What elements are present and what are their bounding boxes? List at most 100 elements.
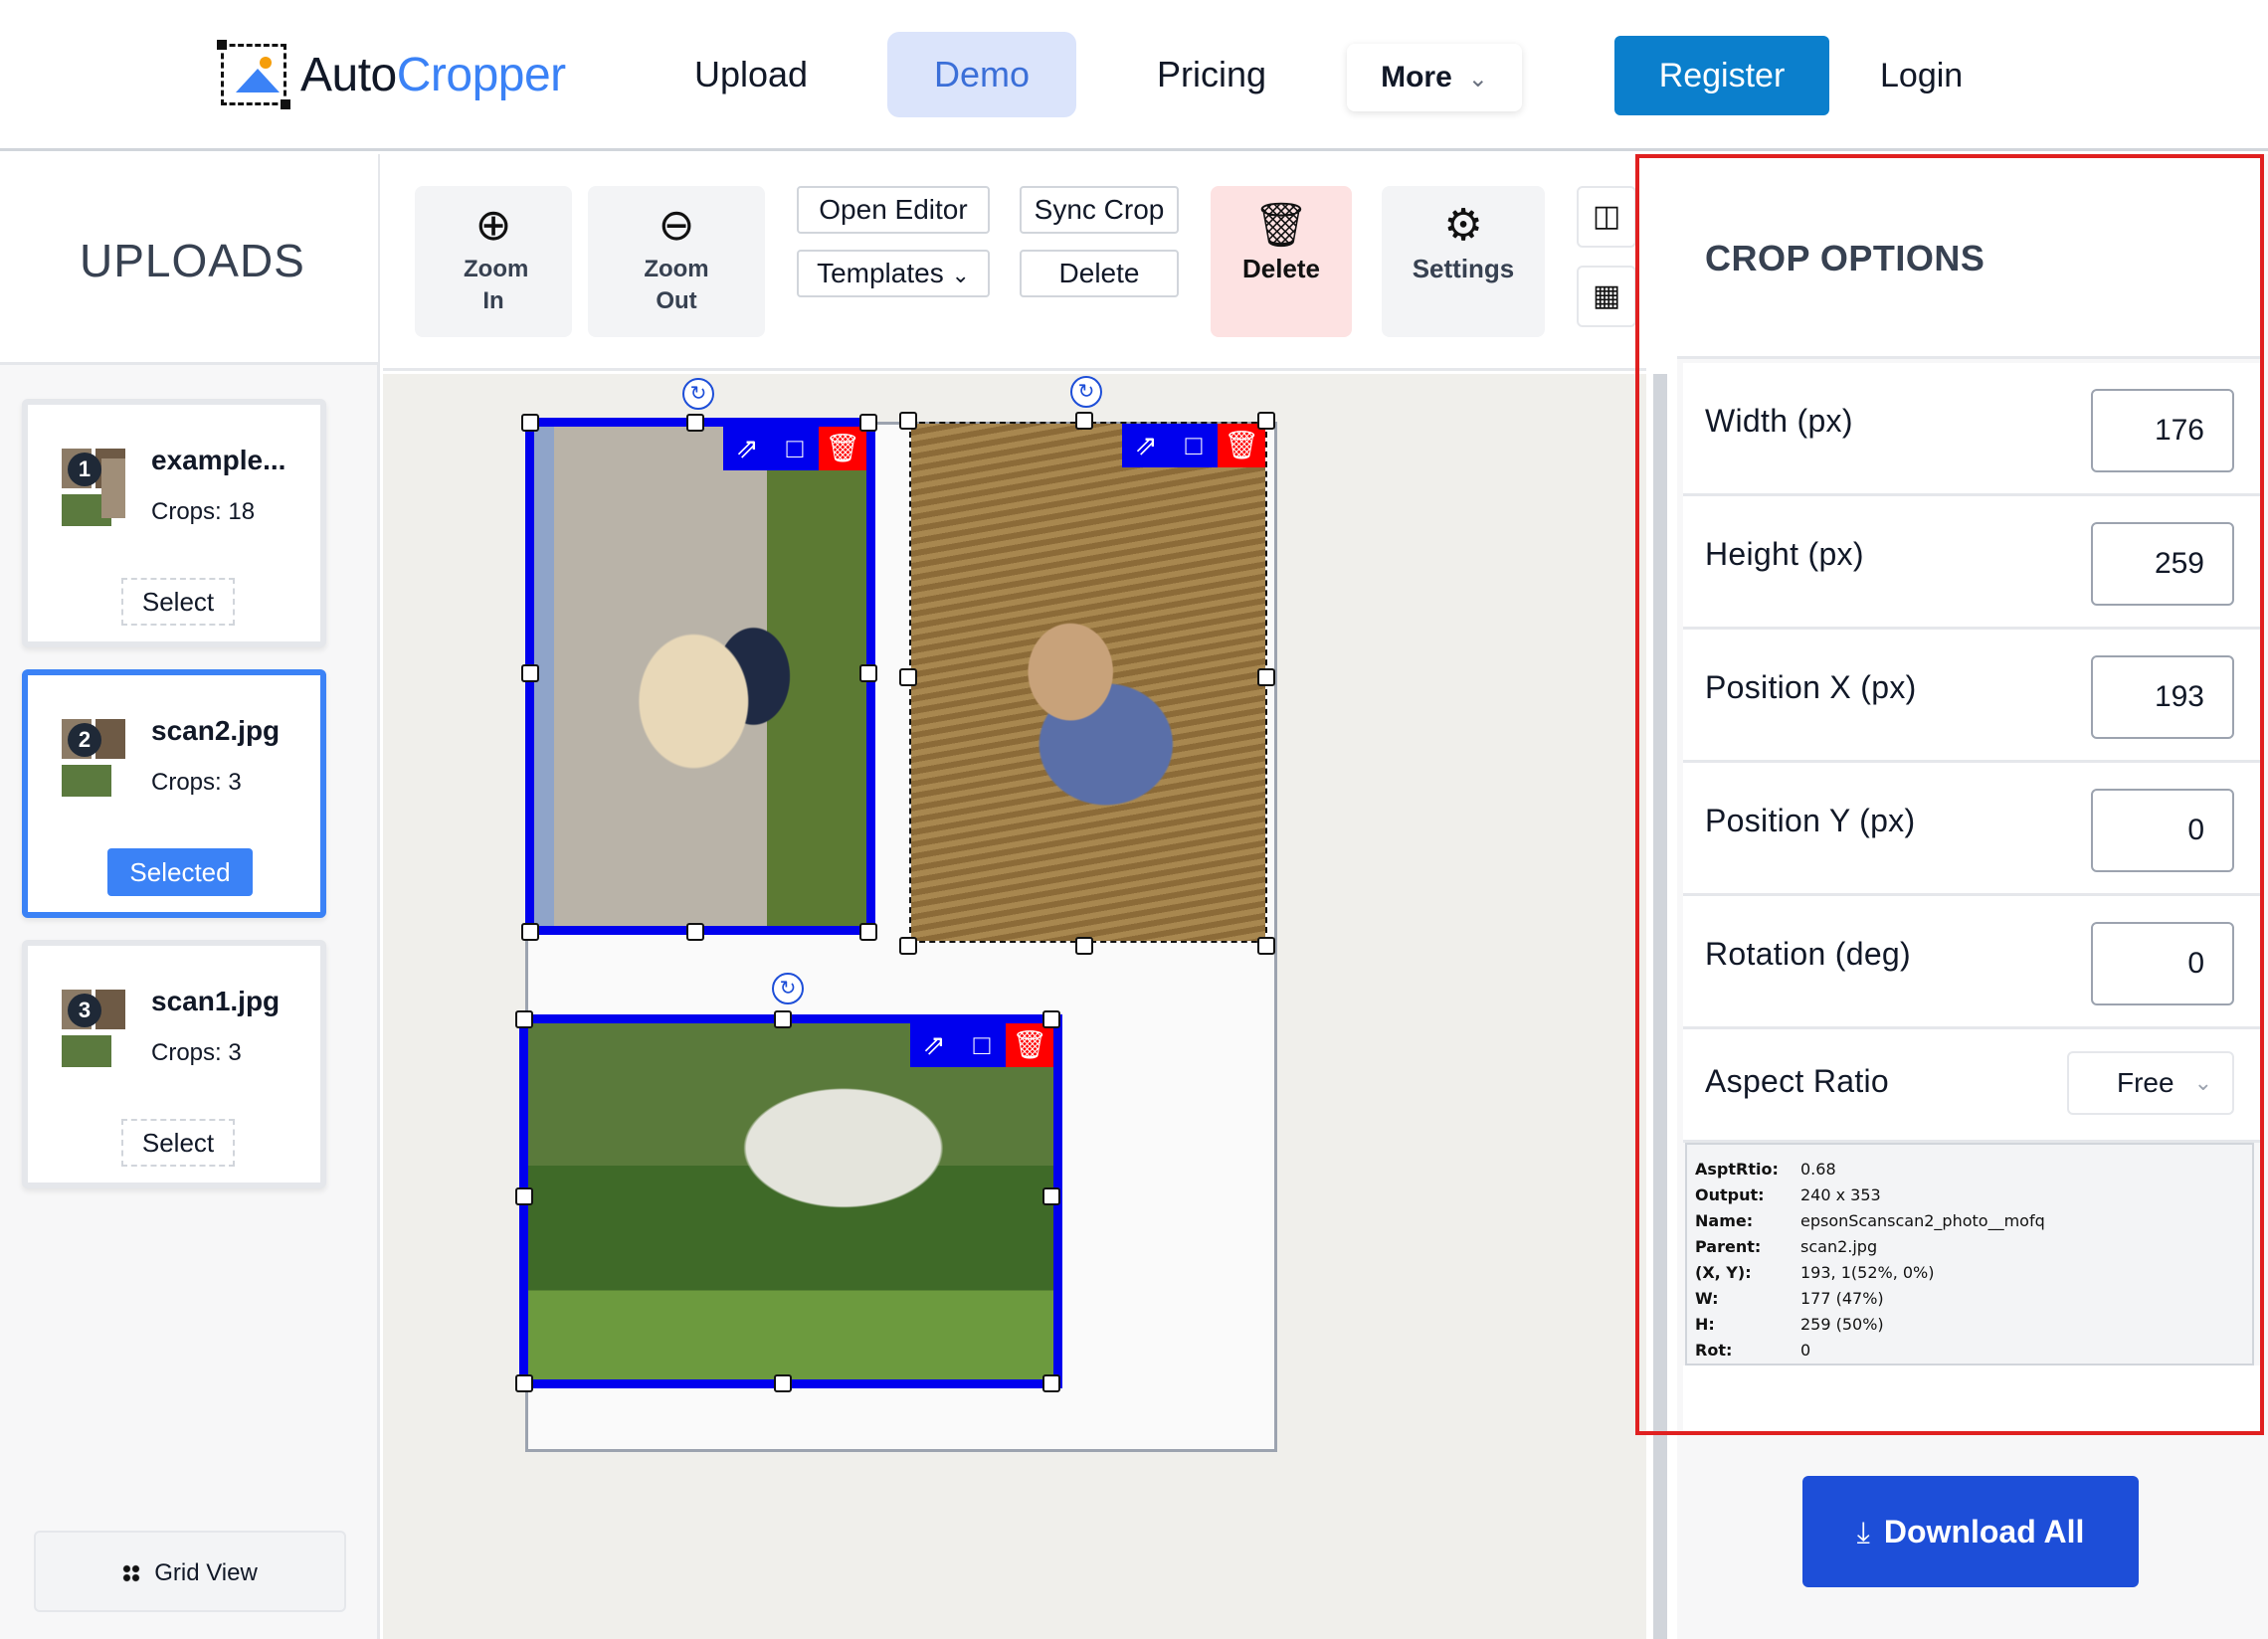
nav-upload[interactable]: Upload [676,32,826,117]
download-all-button[interactable]: ⤓ Download All [1802,1476,2139,1587]
position-x-label: Position X (px) [1705,669,1917,705]
rotate-icon[interactable]: ↻ [772,973,804,1004]
rotate-icon[interactable]: ↻ [1070,376,1102,408]
upload-card-3[interactable]: 3 scan1.jpg Crops: 3 Select [22,940,326,1188]
select-button[interactable]: Select [121,578,235,626]
resize-handle[interactable] [515,1187,533,1205]
info-row: H: 259 (50%) [1695,1315,1884,1334]
resize-handle[interactable] [521,923,539,941]
crop-box-2[interactable]: ⇗ □ 🗑 [909,422,1267,943]
crop-options-header: CROP OPTIONS [1677,154,2262,359]
trash-icon[interactable]: 🗑 [819,427,866,470]
uploads-header: UPLOADS [0,154,378,365]
resize-handle[interactable] [899,412,917,430]
crop-box-3[interactable]: ⇗ □ 🗑 [519,1014,1062,1388]
position-y-input[interactable]: 0 [2091,789,2234,872]
zoom-in-icon: ⊕ [474,201,512,250]
gear-icon: ⚙ [1443,201,1483,250]
position-y-label: Position Y (px) [1705,803,1916,838]
width-input[interactable]: 176 [2091,389,2234,472]
resize-handle[interactable] [515,1374,533,1392]
rotate-icon[interactable]: ↻ [682,378,714,410]
info-row: Output: 240 x 353 [1695,1185,1881,1204]
open-editor-button[interactable]: Open Editor [797,186,990,234]
crop-icon[interactable]: □ [1170,424,1218,467]
delete-button[interactable]: 🗑 Delete [1211,186,1352,337]
position-x-input[interactable]: 193 [2091,655,2234,739]
canvas-scrollbar[interactable] [1653,374,1667,1639]
resize-handle[interactable] [1042,1010,1060,1028]
info-row: (X, Y): 193, 1(52%, 0%) [1695,1263,1935,1282]
templates-dropdown[interactable]: Templates ⌄ [797,250,990,297]
resize-handle[interactable] [859,664,877,682]
panel-layout-icon: ◫ [1592,200,1621,233]
grid-view-button[interactable]: Grid View [34,1531,346,1612]
crop-options-panel: CROP OPTIONS Width (px) 176 Height (px) … [1677,154,2268,1639]
resize-handle[interactable] [1257,937,1275,955]
register-button[interactable]: Register [1614,36,1829,115]
zoom-in-button[interactable]: ⊕ Zoom In [415,186,572,337]
settings-label: Settings [1412,254,1515,283]
resize-handle[interactable] [774,1374,792,1392]
chevron-down-icon: ⌄ [1467,66,1488,92]
crop-info-box: AsptRtio: 0.68 Output: 240 x 353 Name: epso… [1685,1143,2254,1366]
logo[interactable]: AutoCropper [217,40,566,109]
delete-small-button[interactable]: Delete [1020,250,1179,297]
resize-handle[interactable] [899,668,917,686]
upload-card-1[interactable]: 1 example... Crops: 18 Select [22,399,326,647]
resize-handle[interactable] [521,664,539,682]
grid-layout-button[interactable]: ▦ [1577,266,1636,327]
panel-layout-button[interactable]: ◫ [1577,186,1636,248]
crop-toolbar: ⇗ □ 🗑 [1122,424,1265,467]
trash-icon[interactable]: 🗑 [1218,424,1265,467]
crop-options-footer [1683,1366,2262,1431]
resize-handle[interactable] [515,1010,533,1028]
resize-handle[interactable] [1042,1374,1060,1392]
upload-crops-count: Crops: 3 [151,1039,242,1066]
chevron-down-icon: ⌄ [951,263,970,287]
crop-box-1[interactable]: ⇗ □ 🗑 [525,418,875,935]
top-nav-bar: AutoCropper Upload Demo Pricing More ⌄ Re… [0,0,2268,151]
resize-handle[interactable] [686,414,704,432]
height-input[interactable]: 259 [2091,522,2234,606]
nav-pricing[interactable]: Pricing [1134,32,1289,117]
resize-handle[interactable] [686,923,704,941]
resize-handle[interactable] [1075,937,1093,955]
rotation-row: Rotation (deg) 0 [1683,896,2262,1029]
position-y-row: Position Y (px) 0 [1683,763,2262,896]
resize-handle[interactable] [1075,412,1093,430]
nav-demo[interactable]: Demo [887,32,1076,117]
grid-view-label: Grid View [154,1559,258,1586]
nav-more-dropdown[interactable]: More ⌄ [1347,44,1522,111]
login-link[interactable]: Login [1880,36,1963,115]
settings-button[interactable]: ⚙ Settings [1382,186,1545,337]
uploads-title: UPLOADS [80,235,305,286]
select-button[interactable]: Select [121,1119,235,1167]
resize-handle[interactable] [899,937,917,955]
resize-handle[interactable] [1042,1187,1060,1205]
upload-crops-count: Crops: 3 [151,769,242,796]
resize-handle[interactable] [521,414,539,432]
resize-handle[interactable] [1257,668,1275,686]
width-row: Width (px) 176 [1683,363,2262,496]
resize-handle[interactable] [774,1010,792,1028]
trash-icon[interactable]: 🗑 [1006,1023,1053,1067]
crop-icon[interactable]: □ [771,427,819,470]
resize-handle[interactable] [1257,412,1275,430]
zoom-out-button[interactable]: ⊖ Zoom Out [588,186,765,337]
sync-crop-button[interactable]: Sync Crop [1020,186,1179,234]
aspect-ratio-select[interactable]: Free ⌄ [2067,1051,2234,1115]
expand-icon[interactable]: ⇗ [1122,424,1170,467]
download-all-label: Download All [1883,1514,2085,1549]
upload-index-badge: 2 [68,723,101,757]
rotation-input[interactable]: 0 [2091,922,2234,1005]
resize-handle[interactable] [859,923,877,941]
crop-icon[interactable]: □ [958,1023,1006,1067]
zoom-in-label: Zoom In [464,256,529,314]
upload-card-2[interactable]: 2 scan2.jpg Crops: 3 Selected [22,669,326,918]
expand-icon[interactable]: ⇗ [910,1023,958,1067]
aspect-ratio-row: Aspect Ratio Free ⌄ [1683,1029,2262,1143]
resize-handle[interactable] [859,414,877,432]
selected-button[interactable]: Selected [107,848,253,896]
expand-icon[interactable]: ⇗ [723,427,771,470]
